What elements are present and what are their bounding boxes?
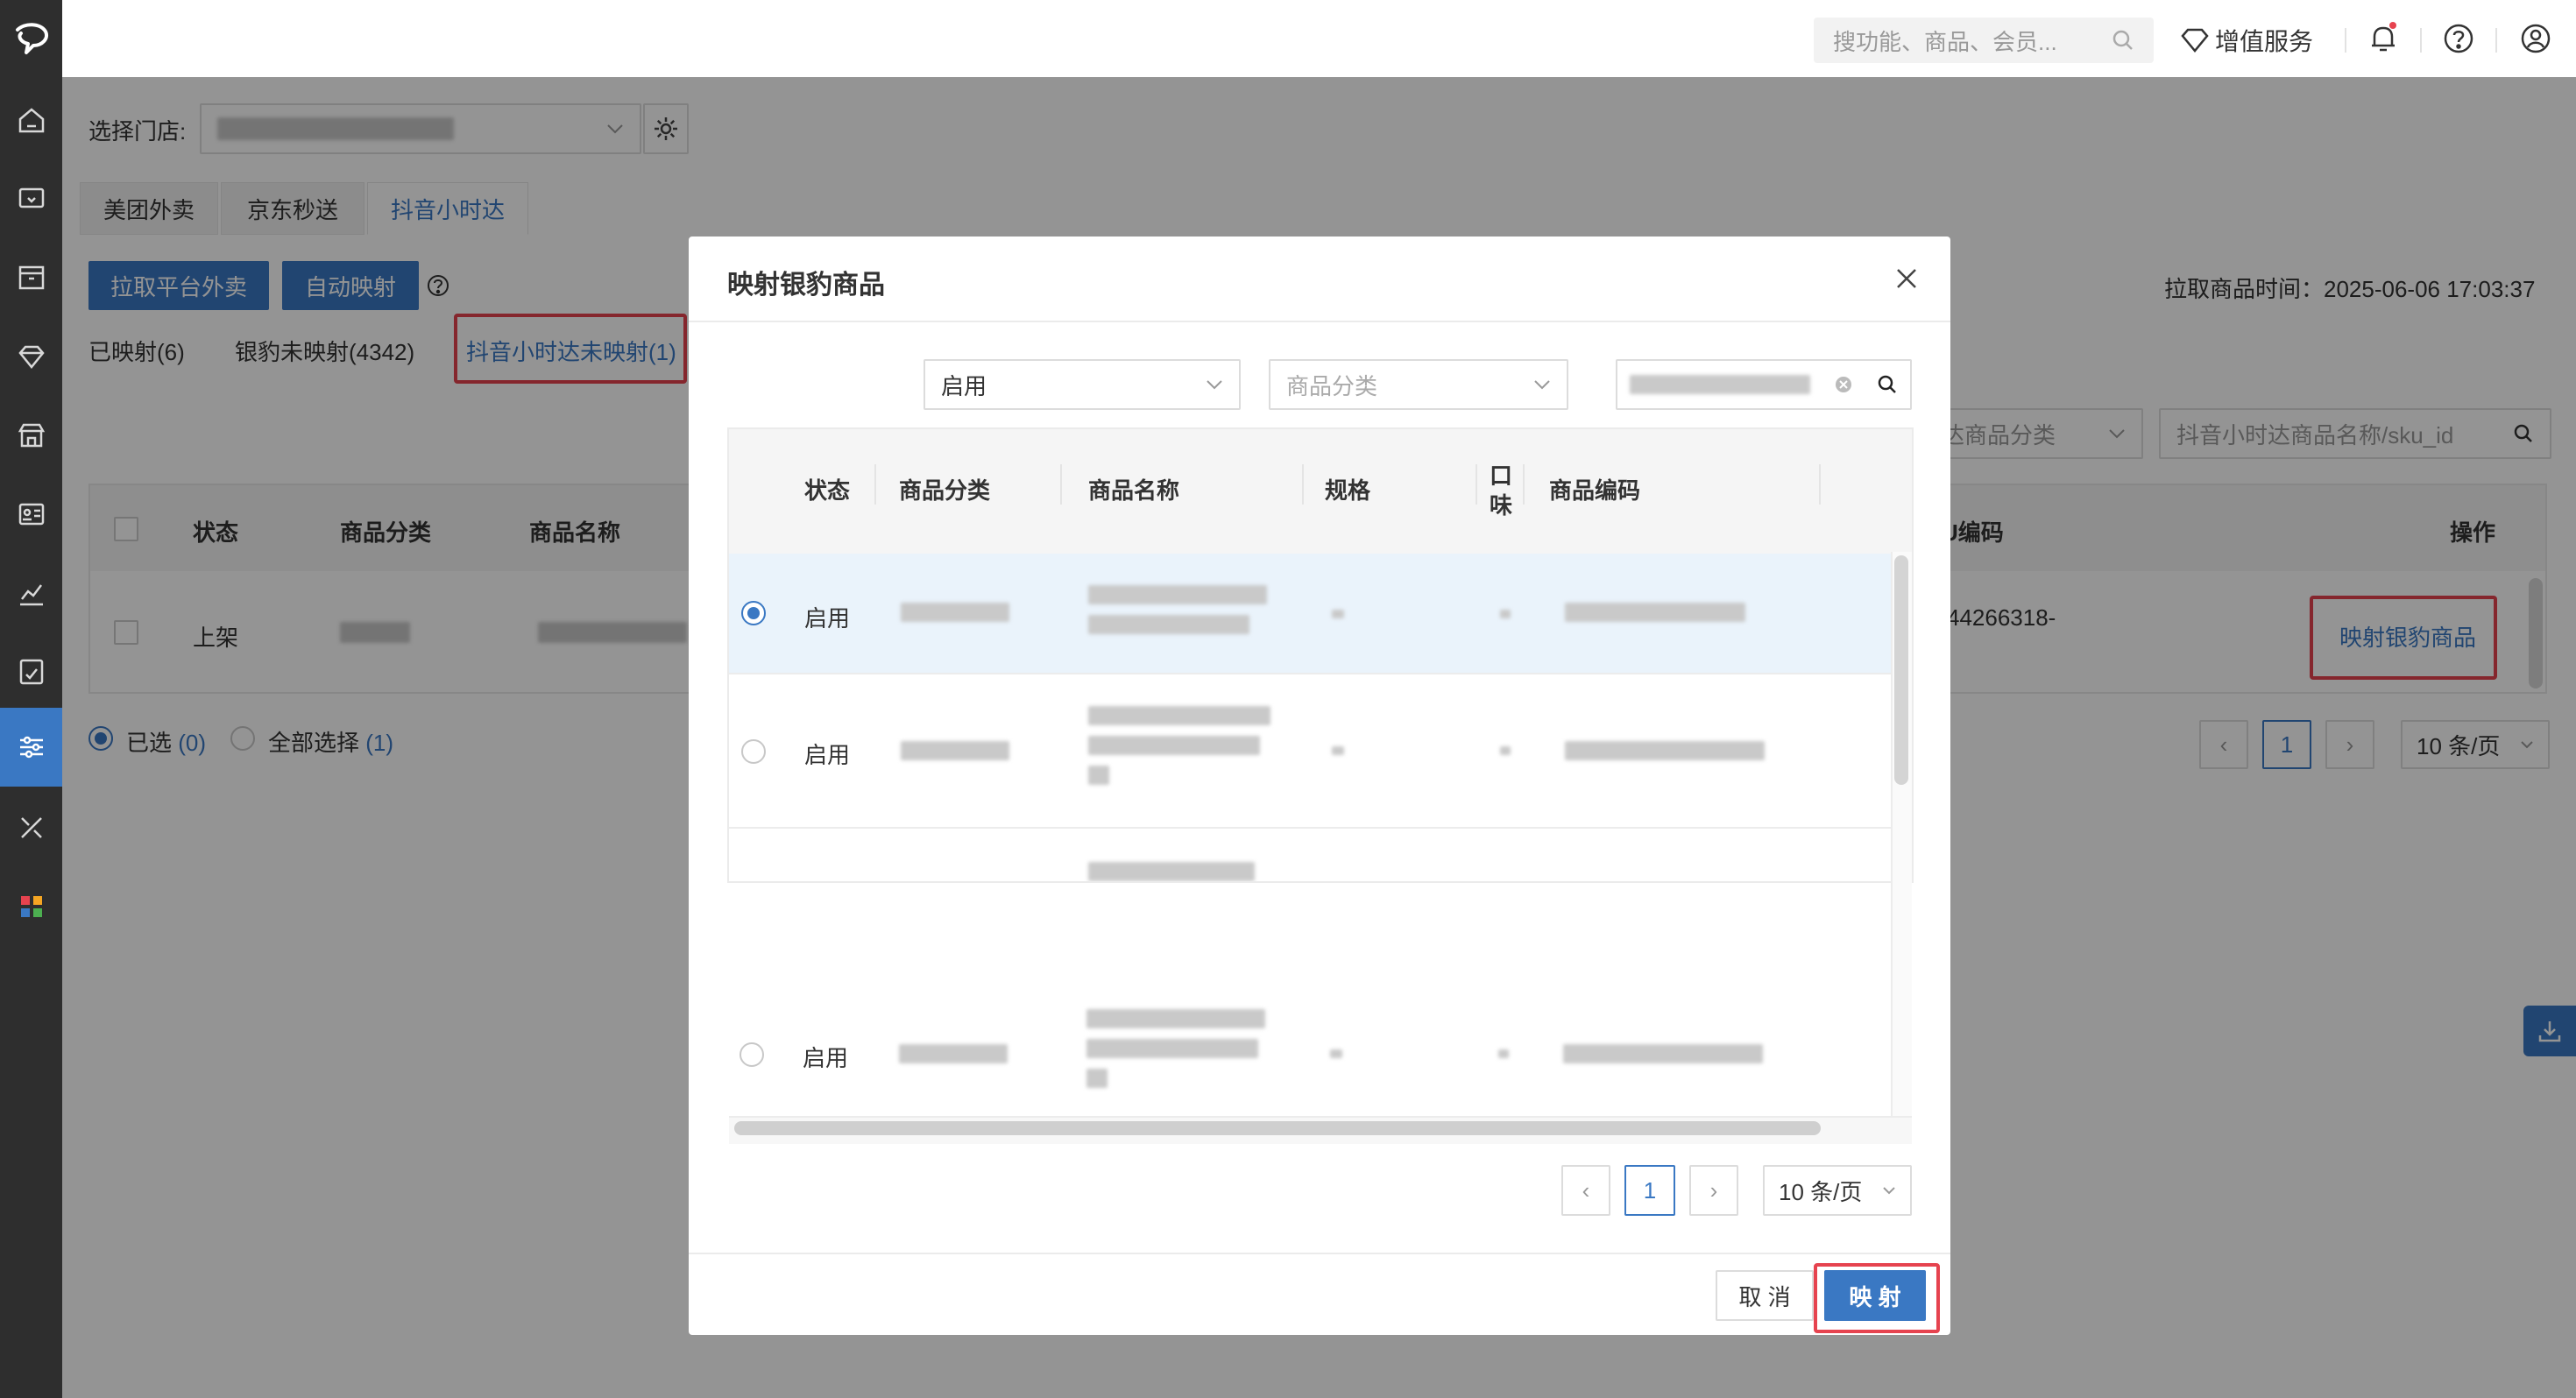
row-category-redacted	[901, 741, 1009, 760]
row-spec-redacted	[1330, 1049, 1342, 1058]
row-category-redacted	[899, 1044, 1008, 1063]
row-code-redacted	[1563, 1044, 1763, 1063]
id-card-icon[interactable]	[0, 475, 62, 554]
monitor-icon[interactable]	[0, 159, 62, 238]
horizontal-scrollbar[interactable]	[734, 1121, 1821, 1135]
search-icon	[2112, 30, 2133, 50]
column-header-status: 状态	[804, 477, 851, 504]
cancel-button[interactable]: 取 消	[1716, 1270, 1814, 1321]
tools-icon[interactable]	[0, 788, 62, 867]
column-divider	[1523, 464, 1525, 505]
help-icon[interactable]	[2443, 23, 2476, 56]
row-name-redacted	[1086, 1039, 1258, 1058]
map-product-modal: 映射银豹商品 启用 商品分类 状态 商品分类 商品名称 规格 口 味 商品编码 …	[689, 237, 1950, 1335]
row-name-redacted	[1088, 585, 1267, 604]
row-code-redacted	[1565, 603, 1745, 622]
highlight-box	[1814, 1263, 1940, 1333]
row-status: 启用	[803, 1045, 849, 1071]
row-name-redacted	[1086, 1009, 1265, 1028]
column-header-spec: 规格	[1325, 477, 1371, 504]
page-size-label: 10 条/页	[1779, 1178, 1863, 1205]
select-value: 启用	[941, 372, 987, 399]
row-category-redacted	[901, 603, 1009, 622]
clear-icon[interactable]	[1834, 375, 1853, 394]
chevron-down-icon	[1534, 380, 1550, 390]
home-icon[interactable]	[0, 81, 62, 159]
vas-label: 增值服务	[2215, 28, 2314, 55]
column-divider	[1476, 464, 1477, 505]
divider	[2345, 28, 2346, 53]
chart-icon[interactable]	[0, 554, 62, 632]
modal-title: 映射银豹商品	[727, 271, 885, 300]
prev-page-button[interactable]: ‹	[1561, 1165, 1610, 1216]
search-value-redacted	[1630, 375, 1810, 394]
apps-icon[interactable]	[0, 867, 62, 946]
row-name-redacted	[1088, 736, 1260, 755]
row-status: 启用	[804, 742, 851, 768]
category-filter-select[interactable]: 商品分类	[1269, 359, 1568, 410]
chevron-down-icon	[1883, 1187, 1895, 1195]
column-header-category: 商品分类	[899, 477, 991, 504]
product-search-input[interactable]	[1616, 359, 1912, 410]
book-icon[interactable]	[0, 238, 62, 317]
global-search-input[interactable]: 搜功能、商品、会员...	[1814, 18, 2154, 63]
row-flavor-redacted	[1500, 746, 1511, 755]
row-name-redacted	[1088, 706, 1270, 725]
user-icon[interactable]	[2520, 23, 2553, 56]
column-header-name: 商品名称	[1088, 477, 1180, 504]
modal-product-table: 状态 商品分类 商品名称 规格 口味 商品编码 启用 启用	[727, 427, 1914, 883]
table-row[interactable]	[729, 829, 1891, 881]
store-icon[interactable]	[0, 396, 62, 475]
bell-icon[interactable]	[2366, 21, 2401, 56]
close-icon[interactable]	[1894, 266, 1919, 291]
diamond-icon[interactable]	[0, 317, 62, 396]
row-code-redacted	[1565, 741, 1765, 760]
vertical-scrollbar[interactable]	[1894, 555, 1908, 785]
row-name-redacted	[1088, 862, 1255, 881]
chevron-down-icon	[1207, 380, 1222, 390]
status-filter-select[interactable]: 启用	[924, 359, 1241, 410]
column-divider	[1302, 464, 1304, 505]
row-radio[interactable]	[741, 601, 766, 625]
sidebar	[0, 0, 62, 1398]
app-logo[interactable]	[0, 0, 62, 77]
divider	[2495, 28, 2497, 53]
row-name-redacted	[1086, 1069, 1108, 1088]
column-divider	[1819, 464, 1821, 505]
column-divider	[874, 464, 876, 505]
row-status: 启用	[804, 605, 851, 632]
next-page-button[interactable]: ›	[1689, 1165, 1738, 1216]
row-spec-redacted	[1332, 746, 1344, 755]
settings-sliders-icon[interactable]	[0, 708, 62, 787]
report-icon[interactable]	[0, 632, 62, 711]
row-spec-redacted	[1332, 610, 1344, 618]
header-text: 口	[1490, 462, 1513, 489]
row-radio[interactable]	[740, 1042, 764, 1067]
vas-button[interactable]: 增值服务	[2180, 23, 2313, 58]
row-name-redacted	[1088, 766, 1109, 785]
column-header-flavor: 口味	[1490, 461, 1512, 520]
row-flavor-redacted	[1500, 610, 1511, 618]
divider	[2420, 28, 2422, 53]
row-name-redacted	[1088, 615, 1249, 634]
search-icon[interactable]	[1877, 374, 1898, 395]
column-header-code: 商品编码	[1549, 477, 1641, 504]
column-divider	[1060, 464, 1062, 505]
divider	[689, 1253, 1950, 1254]
row-radio[interactable]	[741, 739, 766, 764]
select-placeholder: 商品分类	[1286, 372, 1378, 399]
page-size-select[interactable]: 10 条/页	[1763, 1165, 1912, 1216]
divider	[689, 321, 1950, 322]
page-number[interactable]: 1	[1624, 1165, 1675, 1216]
diamond-icon	[2181, 28, 2209, 53]
row-flavor-redacted	[1498, 1049, 1509, 1058]
search-placeholder: 搜功能、商品、会员...	[1833, 28, 2057, 55]
header-text: 味	[1490, 492, 1513, 519]
